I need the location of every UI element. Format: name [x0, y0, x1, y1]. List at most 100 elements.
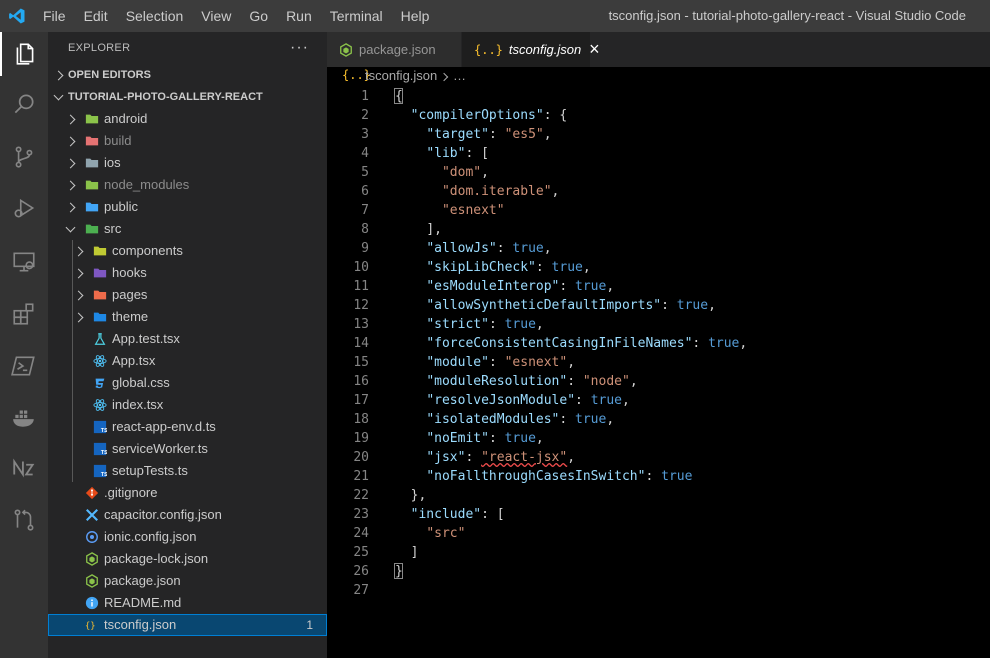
folder-item-node-modules[interactable]: node_modules	[48, 174, 327, 196]
code-token: ,	[629, 374, 638, 389]
remote-explorer-icon[interactable]	[0, 240, 48, 284]
file-item-index-tsx[interactable]: index.tsx	[48, 394, 327, 416]
item-label: ionic.config.json	[104, 529, 197, 544]
code-line[interactable]: "lib": [	[395, 144, 489, 163]
breadcrumb-rest[interactable]: …	[453, 68, 466, 83]
folder-item-pages[interactable]: pages	[48, 284, 327, 306]
code-line[interactable]: ]	[395, 543, 419, 562]
folder-item-android[interactable]: android	[48, 108, 327, 130]
folder-item-src[interactable]: src	[48, 218, 327, 240]
more-actions-icon[interactable]: ···	[290, 32, 309, 64]
folder-item-components[interactable]: components	[48, 240, 327, 262]
nx-icon[interactable]	[0, 446, 48, 490]
code-token: ,	[543, 241, 552, 256]
file-item-react-app-env-d-ts[interactable]: TS react-app-env.d.ts	[48, 416, 327, 438]
menu-help[interactable]: Help	[392, 0, 439, 32]
file-item-ionic-config-json[interactable]: ionic.config.json	[48, 526, 327, 548]
menu-run[interactable]: Run	[277, 0, 321, 32]
breadcrumb-file[interactable]: tsconfig.json	[365, 68, 437, 83]
code-editor[interactable]: 1 2 3 4 5 6 7 8 9 10 11 12 13 14 15 16 17 18 19 20 21 22 23 24 2…	[327, 87, 990, 658]
code-token: "lib"	[426, 146, 466, 161]
bracket-match-highlight	[394, 88, 403, 104]
menu-file[interactable]: File	[34, 0, 75, 32]
file-item-app-test-tsx[interactable]: App.test.tsx	[48, 328, 327, 350]
extensions-icon[interactable]	[0, 292, 48, 336]
indent-guide	[72, 240, 73, 482]
code-line[interactable]: "dom",	[395, 163, 489, 182]
file-item-package-json[interactable]: package.json	[48, 570, 327, 592]
file-tree: android build ios node_modules public src comp…	[48, 108, 327, 636]
menu-edit[interactable]: Edit	[75, 0, 117, 32]
git-graph-icon[interactable]	[0, 498, 48, 542]
search-icon[interactable]	[0, 82, 48, 126]
run-debug-icon[interactable]	[0, 186, 48, 230]
project-section[interactable]: TUTORIAL-PHOTO-GALLERY-REACT	[48, 86, 327, 108]
folder-icon	[85, 114, 99, 124]
code-token: :	[575, 393, 591, 408]
source-control-icon[interactable]	[0, 135, 48, 179]
file-item-setuptests-ts[interactable]: TS setupTests.ts	[48, 460, 327, 482]
file-item-capacitor-config-json[interactable]: capacitor.config.json	[48, 504, 327, 526]
menu-selection[interactable]: Selection	[117, 0, 193, 32]
folder-item-theme[interactable]: theme	[48, 306, 327, 328]
code-line[interactable]: "target": "es5",	[395, 125, 551, 144]
file-item-readme-md[interactable]: README.md	[48, 592, 327, 614]
file-item-app-tsx[interactable]: App.tsx	[48, 350, 327, 372]
menu-go[interactable]: Go	[240, 0, 277, 32]
code-token: ,	[567, 450, 576, 465]
code-token: "esnext"	[441, 203, 505, 218]
tab-package-json[interactable]: package.json	[327, 32, 461, 67]
code-line[interactable]: "resolveJsonModule": true,	[395, 391, 630, 410]
folder-item-ios[interactable]: ios	[48, 152, 327, 174]
code-token: :	[559, 279, 576, 294]
docker-icon[interactable]	[0, 395, 48, 439]
explorer-icon[interactable]	[0, 32, 48, 76]
close-icon[interactable]: ×	[589, 39, 600, 60]
code-line[interactable]: ],	[395, 220, 442, 239]
file-item-serviceworker-ts[interactable]: TS serviceWorker.ts	[48, 438, 327, 460]
menu-terminal[interactable]: Terminal	[321, 0, 392, 32]
file-item-package-lock-json[interactable]: package-lock.json	[48, 548, 327, 570]
menu-view[interactable]: View	[192, 0, 240, 32]
code-line[interactable]: "esnext"	[395, 201, 505, 220]
flask-icon	[94, 333, 106, 345]
powershell-icon[interactable]	[0, 344, 48, 388]
code-line[interactable]: "jsx": "react-jsx",	[395, 448, 575, 467]
code-line[interactable]: "src"	[395, 524, 465, 543]
line-number: 9	[361, 241, 369, 256]
code-line[interactable]: "dom.iterable",	[395, 182, 559, 201]
code-line[interactable]: "forceConsistentCasingInFileNames": true…	[395, 334, 747, 353]
bracket-match-highlight	[394, 563, 403, 579]
code-token: "es5"	[504, 127, 544, 142]
code-line[interactable]: "include": [	[395, 505, 505, 524]
nodejs-icon	[340, 42, 352, 57]
code-token: "module"	[426, 355, 489, 370]
file-item-tsconfig-json[interactable]: {} tsconfig.json 1	[48, 614, 327, 636]
code-token: ,	[708, 298, 716, 313]
code-line[interactable]: "allowSyntheticDefaultImports": true,	[395, 296, 716, 315]
code-line[interactable]: "compilerOptions": {	[395, 106, 568, 125]
code-line[interactable]: "noEmit": true,	[395, 429, 543, 448]
open-editors-section[interactable]: OPEN EDITORS	[48, 64, 327, 86]
chevron-right-icon	[73, 268, 84, 279]
file-item-global-css[interactable]: global.css	[48, 372, 327, 394]
line-number: 24	[353, 526, 369, 541]
code-line[interactable]: "moduleResolution": "node",	[395, 372, 638, 391]
code-line[interactable]: "module": "esnext",	[395, 353, 575, 372]
code-line[interactable]: "allowJs": true,	[395, 239, 552, 258]
tab-tsconfig-json[interactable]: {..} tsconfig.json ×	[462, 32, 600, 67]
code-line[interactable]: "esModuleInterop": true,	[395, 277, 614, 296]
vscode-logo-icon[interactable]	[8, 7, 26, 25]
code-line[interactable]: "isolatedModules": true,	[395, 410, 614, 429]
code-line[interactable]: "noFallthroughCasesInSwitch": true	[395, 467, 692, 486]
code-line[interactable]: "strict": true,	[395, 315, 543, 334]
file-item-gitignore[interactable]: .gitignore	[48, 482, 327, 504]
code-token: true	[551, 260, 583, 275]
folder-item-hooks[interactable]: hooks	[48, 262, 327, 284]
folder-item-public[interactable]: public	[48, 196, 327, 218]
code-line[interactable]: },	[395, 486, 427, 505]
code-line[interactable]: "skipLibCheck": true,	[395, 258, 590, 277]
folder-item-build[interactable]: build	[48, 130, 327, 152]
line-number: 13	[353, 317, 369, 332]
